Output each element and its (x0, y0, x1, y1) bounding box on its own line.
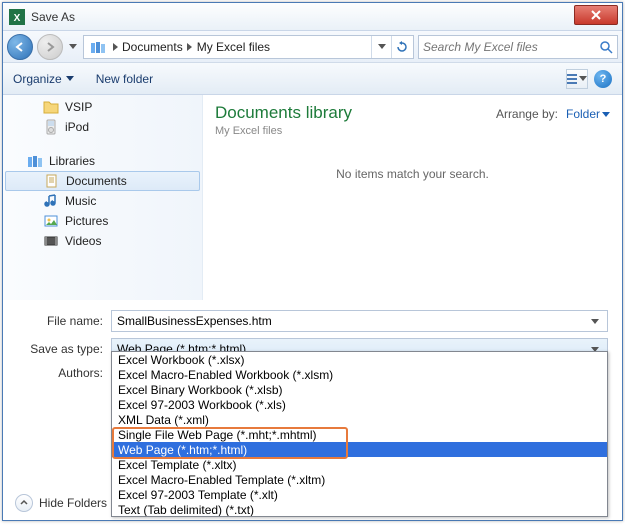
arrow-left-icon (14, 41, 26, 53)
arrange-button[interactable]: Folder (566, 107, 610, 121)
back-button[interactable] (7, 34, 33, 60)
help-button[interactable]: ? (594, 70, 612, 88)
documents-icon (44, 173, 60, 189)
nav-tree: VSIP iPod Libraries Documents Music (3, 95, 203, 300)
dropdown-item[interactable]: Excel Binary Workbook (*.xlsb) (112, 382, 607, 397)
arrange-label: Arrange by: (496, 107, 558, 121)
save-as-dialog: X Save As Documents My Excel files Organ… (2, 2, 623, 521)
tree-item-pictures[interactable]: Pictures (3, 211, 202, 231)
hide-folders-label[interactable]: Hide Folders (39, 496, 107, 510)
tree-item-documents[interactable]: Documents (5, 171, 200, 191)
chevron-down-icon[interactable] (588, 319, 602, 324)
tree-item[interactable]: VSIP (3, 97, 202, 117)
address-dropdown-button[interactable] (371, 36, 391, 58)
content-pane: Documents library My Excel files Arrange… (203, 95, 622, 300)
breadcrumb-item[interactable]: My Excel files (195, 40, 272, 54)
chevron-right-icon[interactable] (110, 43, 120, 51)
excel-icon: X (9, 9, 25, 25)
filename-value[interactable]: SmallBusinessExpenses.htm (117, 314, 588, 328)
search-input[interactable] (423, 40, 599, 54)
chevron-right-icon[interactable] (185, 43, 195, 51)
toolbar: Organize New folder ? (3, 63, 622, 95)
dropdown-item[interactable]: Excel Macro-Enabled Workbook (*.xlsm) (112, 367, 607, 382)
svg-text:X: X (14, 13, 21, 24)
refresh-button[interactable] (391, 36, 411, 58)
refresh-icon (396, 41, 408, 53)
dropdown-item[interactable]: Web Page (*.htm;*.html) (112, 442, 607, 457)
videos-icon (43, 233, 59, 249)
dropdown-item[interactable]: Text (Tab delimited) (*.txt) (112, 502, 607, 517)
libraries-icon (90, 39, 106, 55)
hide-folders-button[interactable] (15, 494, 33, 512)
search-box[interactable] (418, 35, 618, 59)
address-bar[interactable]: Documents My Excel files (83, 35, 414, 59)
authors-label: Authors: (17, 366, 111, 380)
close-icon (591, 10, 601, 20)
dropdown-item[interactable]: Excel Workbook (*.xlsx) (112, 352, 607, 367)
organize-button[interactable]: Organize (13, 72, 74, 86)
arrow-right-icon (44, 41, 56, 53)
tree-item-music[interactable]: Music (3, 191, 202, 211)
search-icon (599, 40, 613, 54)
footer: Hide Folders (15, 494, 107, 512)
chevron-up-icon (20, 499, 28, 507)
pictures-icon (43, 213, 59, 229)
ipod-icon (43, 119, 59, 135)
new-folder-button[interactable]: New folder (96, 72, 153, 86)
forward-button[interactable] (37, 34, 63, 60)
empty-message: No items match your search. (215, 167, 610, 181)
view-button[interactable] (566, 69, 588, 89)
nav-bar: Documents My Excel files (3, 31, 622, 63)
close-button[interactable] (574, 5, 618, 25)
filename-field[interactable]: SmallBusinessExpenses.htm (111, 310, 608, 332)
content-heading: Documents library (215, 103, 352, 123)
dropdown-item[interactable]: Excel 97-2003 Template (*.xlt) (112, 487, 607, 502)
dropdown-item[interactable]: Excel 97-2003 Workbook (*.xls) (112, 397, 607, 412)
music-icon (43, 193, 59, 209)
type-label: Save as type: (17, 342, 111, 356)
view-icon (567, 74, 577, 84)
tree-item-videos[interactable]: Videos (3, 231, 202, 251)
nav-history-button[interactable] (67, 37, 79, 57)
type-dropdown[interactable]: Excel Workbook (*.xlsx)Excel Macro-Enabl… (111, 351, 608, 517)
window-title: Save As (31, 10, 75, 24)
filename-label: File name: (17, 314, 111, 328)
tree-libraries[interactable]: Libraries (3, 151, 202, 171)
dropdown-item[interactable]: XML Data (*.xml) (112, 412, 607, 427)
dropdown-item[interactable]: Excel Template (*.xltx) (112, 457, 607, 472)
content-subheading: My Excel files (215, 125, 352, 137)
title-bar: X Save As (3, 3, 622, 31)
dropdown-item[interactable]: Single File Web Page (*.mht;*.mhtml) (112, 427, 607, 442)
breadcrumb-item[interactable]: Documents (120, 40, 185, 54)
tree-item[interactable]: iPod (3, 117, 202, 137)
folder-icon (43, 99, 59, 115)
libraries-icon (27, 153, 43, 169)
dropdown-item[interactable]: Excel Macro-Enabled Template (*.xltm) (112, 472, 607, 487)
